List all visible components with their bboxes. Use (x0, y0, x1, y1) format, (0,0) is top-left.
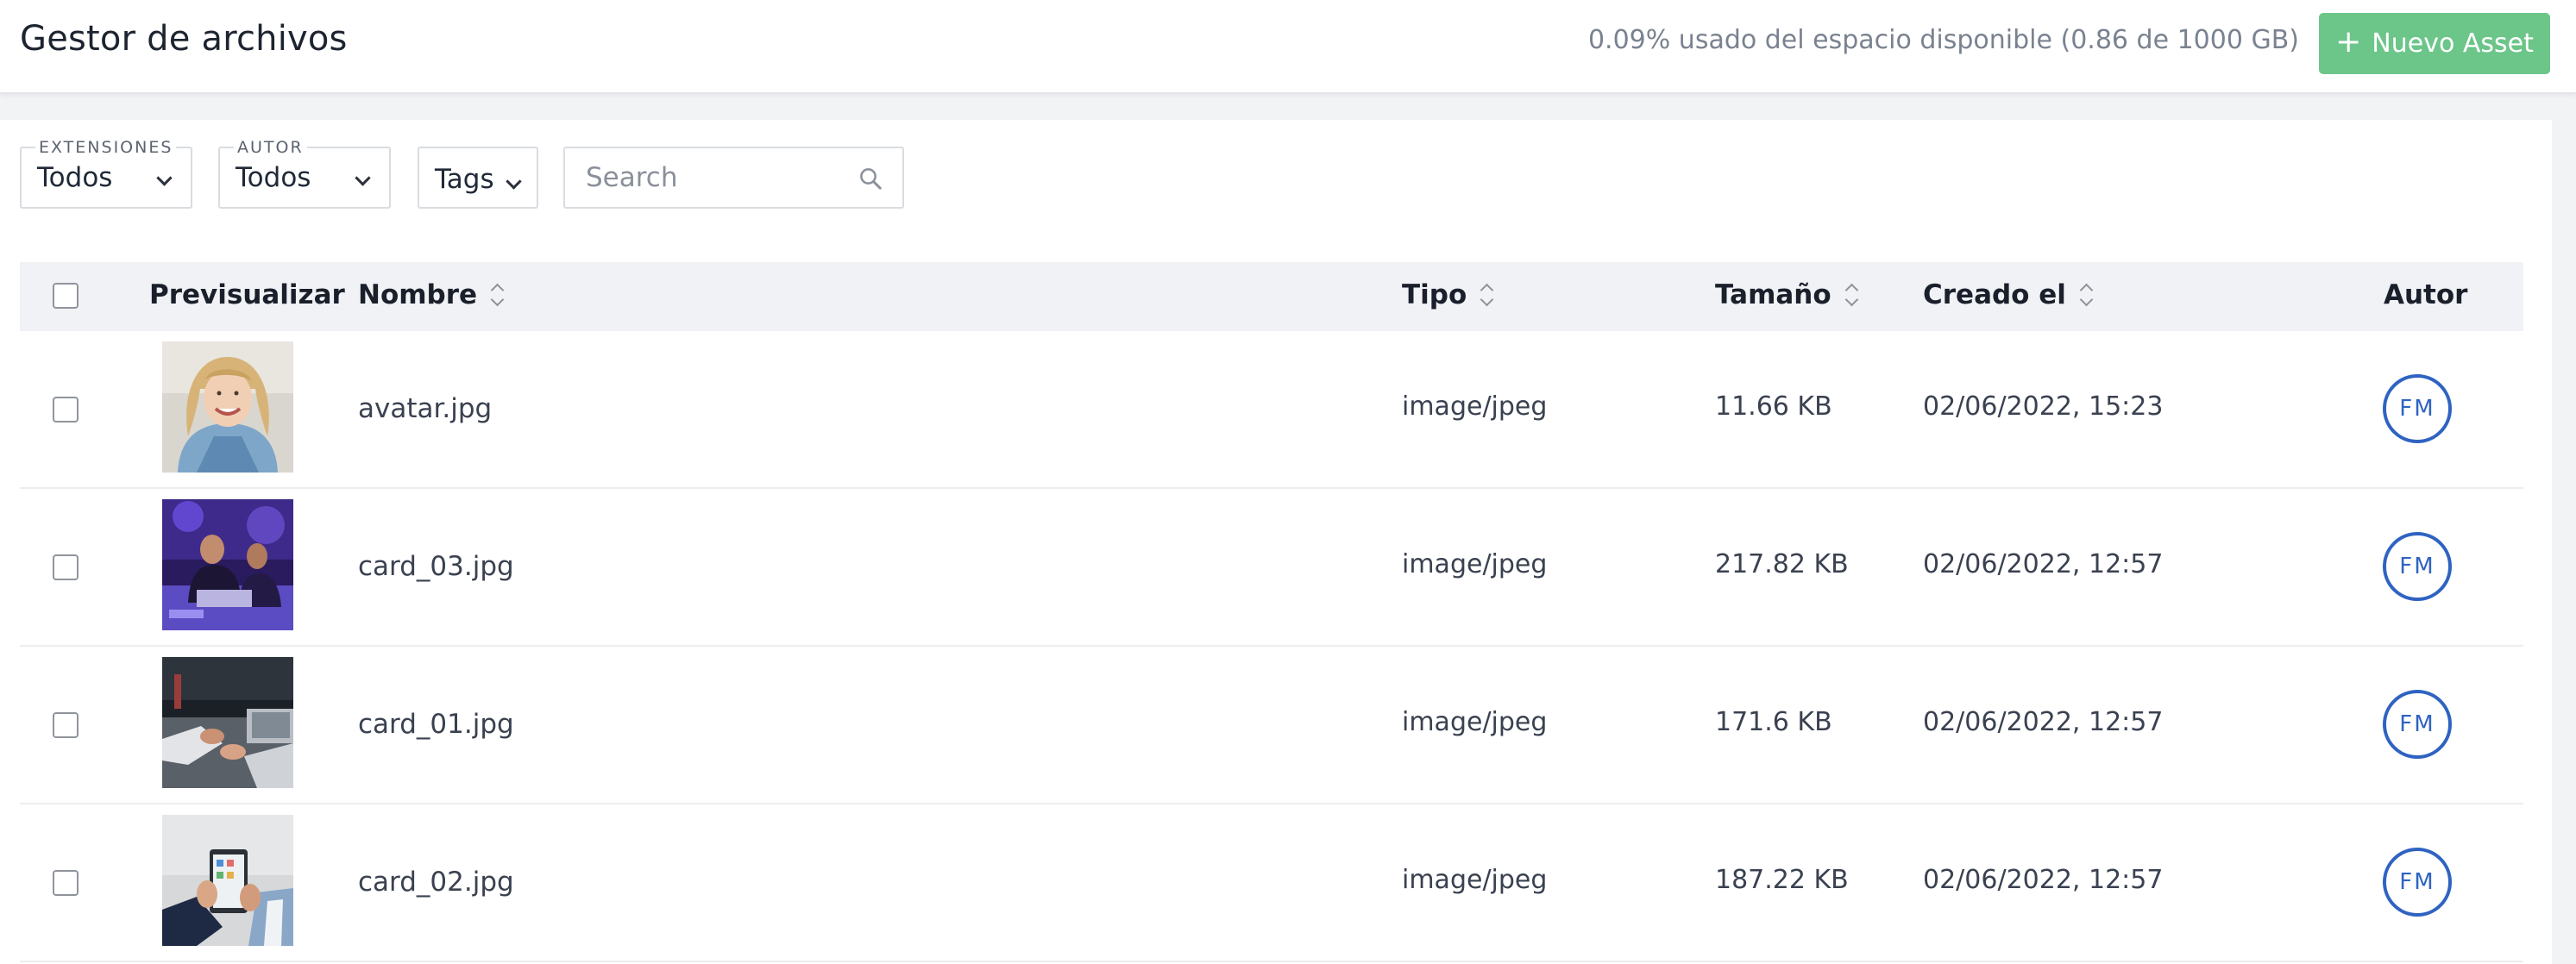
column-preview-label: Previsualizar (149, 279, 345, 310)
chevron-down-icon (355, 170, 371, 186)
column-created[interactable]: Creado el (1923, 279, 2094, 310)
people-with-laptop-purple-light-icon (162, 499, 293, 630)
tags-select-value: Tags (435, 164, 494, 195)
author-avatar[interactable]: FM (2383, 374, 2452, 443)
created-date: 02/06/2022, 12:57 (1923, 865, 2164, 895)
thumbnail-image[interactable] (162, 499, 293, 630)
author-avatar[interactable]: FM (2383, 848, 2452, 917)
column-name[interactable]: Nombre (358, 279, 505, 310)
column-author-label: Autor (2384, 279, 2468, 310)
top-bar: Gestor de archivos 0.09% usado del espac… (0, 0, 2576, 94)
author-select-value: Todos (236, 162, 311, 193)
sort-icon[interactable] (1479, 280, 1494, 310)
file-size: 217.82 KB (1715, 549, 1849, 579)
table-header: Previsualizar Nombre Tipo Tamaño Creado … (20, 262, 2523, 331)
hands-holding-phone-icon (162, 815, 293, 946)
sort-icon[interactable] (2078, 280, 2094, 310)
file-name[interactable]: card_01.jpg (358, 709, 514, 740)
row-checkbox[interactable] (53, 712, 79, 738)
column-size-label: Tamaño (1715, 279, 1831, 310)
file-type: image/jpeg (1402, 707, 1548, 737)
table-row[interactable]: card_01.jpg image/jpeg 171.6 KB 02/06/20… (20, 647, 2523, 804)
column-created-label: Creado el (1923, 279, 2066, 310)
chevron-down-icon (156, 170, 173, 186)
file-size: 171.6 KB (1715, 707, 1832, 737)
sort-icon[interactable] (489, 280, 505, 310)
hands-at-desk-with-laptop-icon (162, 657, 293, 788)
file-size: 11.66 KB (1715, 391, 1832, 422)
file-type: image/jpeg (1402, 549, 1548, 579)
column-preview: Previsualizar (149, 279, 345, 310)
smiling-woman-portrait-icon (162, 341, 293, 473)
table-row[interactable]: card_03.jpg image/jpeg 217.82 KB 02/06/2… (20, 489, 2523, 647)
storage-usage-text: 0.09% usado del espacio disponible (0.86… (1587, 25, 2299, 55)
row-checkbox[interactable] (53, 870, 79, 896)
file-type: image/jpeg (1402, 391, 1548, 422)
file-name[interactable]: card_02.jpg (358, 867, 514, 898)
created-date: 02/06/2022, 12:57 (1923, 707, 2164, 737)
author-avatar[interactable]: FM (2383, 532, 2452, 601)
created-date: 02/06/2022, 15:23 (1923, 391, 2164, 422)
table-row[interactable]: card_02.jpg image/jpeg 187.22 KB 02/06/2… (20, 804, 2523, 962)
column-size[interactable]: Tamaño (1715, 279, 1859, 310)
file-size: 187.22 KB (1715, 865, 1849, 895)
search-box (563, 147, 904, 209)
column-type[interactable]: Tipo (1402, 279, 1494, 310)
author-select-label: AUTOR (234, 138, 307, 157)
extensions-select[interactable]: EXTENSIONES Todos (20, 138, 192, 209)
column-type-label: Tipo (1402, 279, 1467, 310)
search-icon[interactable] (858, 166, 883, 191)
row-checkbox[interactable] (53, 554, 79, 580)
table-row[interactable]: avatar.jpg image/jpeg 11.66 KB 02/06/202… (20, 331, 2523, 489)
author-select[interactable]: AUTOR Todos (218, 138, 391, 209)
row-checkbox[interactable] (53, 397, 79, 423)
sort-icon[interactable] (1844, 280, 1859, 310)
file-name[interactable]: card_03.jpg (358, 551, 514, 582)
created-date: 02/06/2022, 12:57 (1923, 549, 2164, 579)
author-avatar[interactable]: FM (2383, 690, 2452, 759)
thumbnail-image[interactable] (162, 815, 293, 946)
file-name[interactable]: avatar.jpg (358, 393, 492, 424)
column-name-label: Nombre (358, 279, 478, 310)
thumbnail-image[interactable] (162, 341, 293, 473)
new-asset-label: Nuevo Asset (2372, 28, 2534, 59)
extensions-select-label: EXTENSIONES (35, 138, 177, 157)
new-asset-button[interactable]: + Nuevo Asset (2319, 13, 2550, 74)
extensions-select-value: Todos (37, 162, 113, 193)
thumbnail-image[interactable] (162, 657, 293, 788)
select-all-checkbox[interactable] (53, 283, 79, 309)
page-title: Gestor de archivos (20, 19, 348, 59)
file-type: image/jpeg (1402, 865, 1548, 895)
column-author: Autor (2384, 279, 2467, 310)
tags-select[interactable]: Tags (418, 147, 538, 209)
plus-icon: + (2335, 24, 2362, 59)
chevron-down-icon (506, 173, 522, 190)
search-input[interactable] (567, 150, 843, 205)
